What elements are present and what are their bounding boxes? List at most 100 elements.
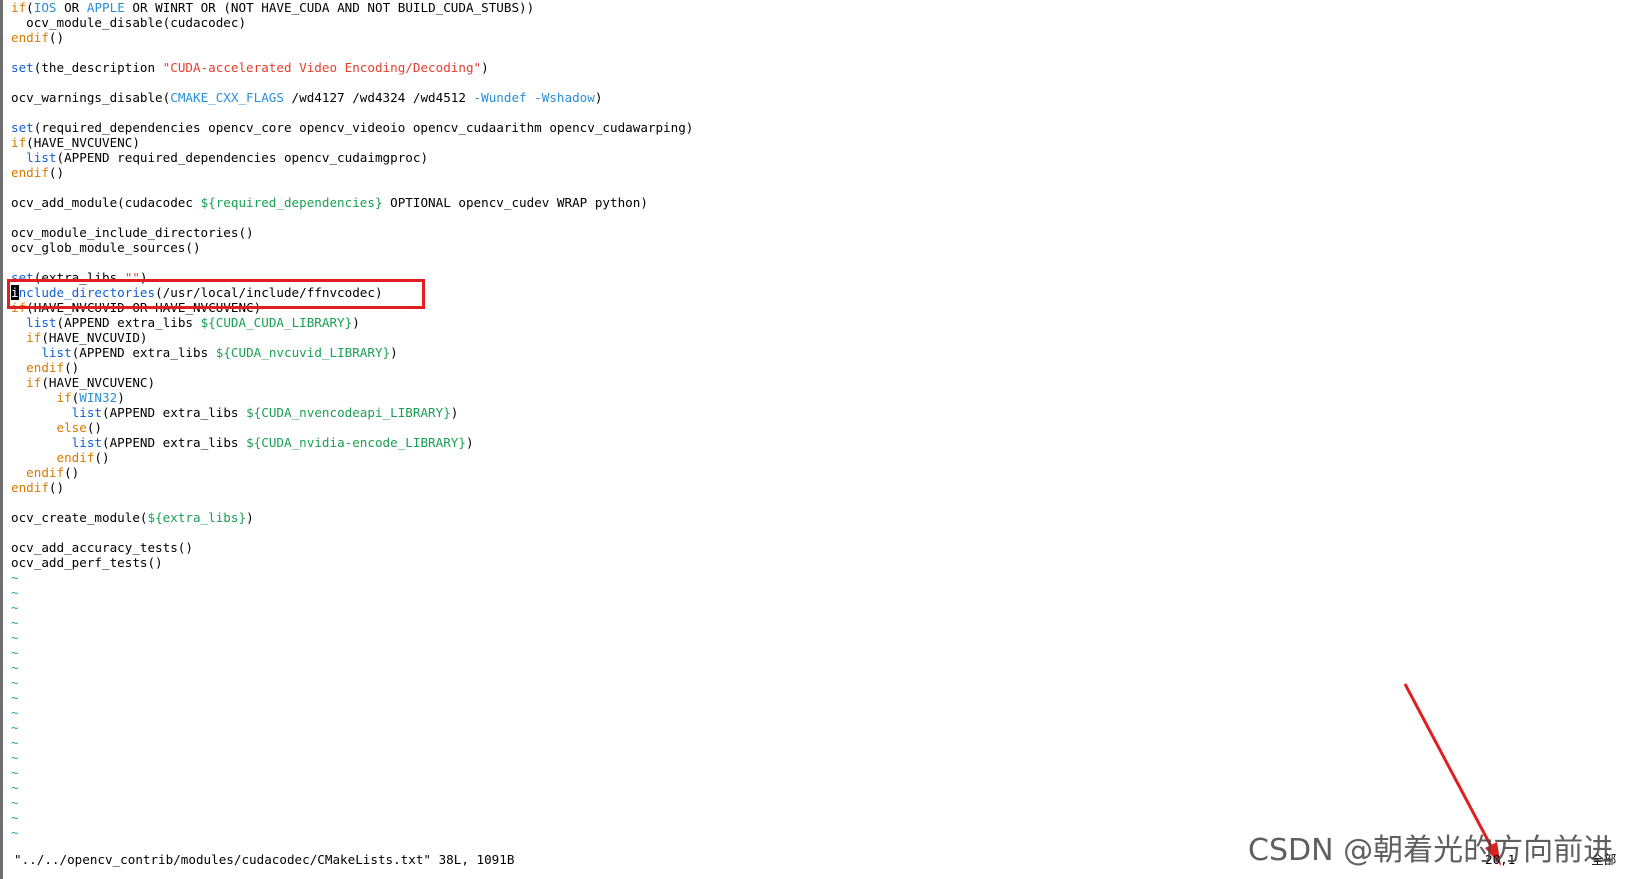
code-line[interactable]: set(required_dependencies opencv_core op… — [11, 120, 1630, 135]
code-token: set — [11, 120, 34, 135]
code-line[interactable]: list(APPEND required_dependencies opencv… — [11, 150, 1630, 165]
code-token: list — [71, 435, 103, 450]
code-line[interactable]: ocv_warnings_disable(CMAKE_CXX_FLAGS /wd… — [11, 90, 1630, 105]
code-token: ) — [117, 390, 125, 405]
code-line[interactable] — [11, 45, 1630, 60]
code-line[interactable]: ocv_add_accuracy_tests() — [11, 540, 1630, 555]
empty-line-tilde: ~ — [11, 630, 19, 645]
code-line[interactable]: if(IOS OR APPLE OR WINRT OR (NOT HAVE_CU… — [11, 0, 1630, 15]
code-line[interactable] — [11, 255, 1630, 270]
empty-line-tilde: ~ — [11, 795, 19, 810]
code-token: list — [26, 315, 57, 330]
empty-line-tilde: ~ — [11, 750, 19, 765]
code-line[interactable]: list(APPEND extra_libs ${CUDA_CUDA_LIBRA… — [11, 315, 1630, 330]
code-line[interactable]: endif() — [11, 465, 1630, 480]
code-line[interactable]: endif() — [11, 450, 1630, 465]
code-token: (the_description — [33, 60, 163, 75]
code-token: OR — [56, 0, 87, 15]
code-token: ${CUDA_nvcuvid_LIBRARY} — [215, 345, 391, 360]
code-token: ) — [481, 60, 489, 75]
code-line[interactable]: ocv_glob_module_sources() — [11, 240, 1630, 255]
code-token: ocv_add_perf_tests() — [11, 555, 163, 570]
vim-terminal[interactable]: if(IOS OR APPLE OR WINRT OR (NOT HAVE_CU… — [0, 0, 1630, 879]
code-token: (APPEND required_dependencies opencv_cud… — [56, 150, 429, 165]
code-token: ocv_module_include_directories() — [11, 225, 254, 240]
code-token: if — [56, 390, 72, 405]
code-token: (HAVE_NVCUVENC) — [26, 135, 140, 150]
code-token: () — [64, 465, 80, 480]
code-token: (APPEND extra_libs — [56, 315, 201, 330]
empty-line-tilde: ~ — [11, 585, 19, 600]
code-token: -Wundef -Wshadow — [473, 90, 595, 105]
empty-line-tilde: ~ — [11, 765, 19, 780]
empty-line-tilde: ~ — [11, 735, 19, 750]
code-token: () — [86, 420, 103, 435]
code-token: ${CUDA_nvencodeapi_LIBRARY} — [246, 405, 451, 420]
code-line[interactable]: list(APPEND extra_libs ${CUDA_nvencodeap… — [11, 405, 1630, 420]
code-token: APPLE — [86, 0, 125, 15]
code-token: ocv_add_module(cudacodec — [11, 195, 201, 210]
code-line[interactable]: endif() — [11, 30, 1630, 45]
code-line[interactable]: if(WIN32) — [11, 390, 1630, 405]
code-token: () — [64, 360, 80, 375]
code-line[interactable]: ocv_module_include_directories() — [11, 225, 1630, 240]
code-line[interactable]: endif() — [11, 165, 1630, 180]
code-token: if — [26, 330, 42, 345]
code-line[interactable]: ocv_create_module(${extra_libs}) — [11, 510, 1630, 525]
code-token: ocv_module_disable(cudacodec) — [11, 15, 247, 30]
empty-line-tilde: ~ — [11, 600, 19, 615]
code-line[interactable]: else() — [11, 420, 1630, 435]
code-line[interactable] — [11, 495, 1630, 510]
code-line[interactable]: set(the_description "CUDA-accelerated Vi… — [11, 60, 1630, 75]
code-token: () — [94, 450, 110, 465]
code-line[interactable]: ocv_add_perf_tests() — [11, 555, 1630, 570]
code-token: "CUDA-accelerated Video Encoding/Decodin… — [162, 60, 482, 75]
code-token: OR WINRT OR (NOT HAVE_CUDA AND NOT BUILD… — [124, 0, 535, 15]
code-token: list — [71, 405, 103, 420]
code-token: endif — [11, 165, 49, 180]
code-token: ocv_warnings_disable( — [11, 90, 171, 105]
code-line[interactable] — [11, 180, 1630, 195]
code-line[interactable]: if(HAVE_NVCUVENC) — [11, 135, 1630, 150]
code-token: () — [48, 480, 65, 495]
code-token: list — [26, 150, 57, 165]
code-line[interactable]: list(APPEND extra_libs ${CUDA_nvidia-enc… — [11, 435, 1630, 450]
empty-line-tilde: ~ — [11, 705, 19, 720]
code-token: endif — [11, 30, 49, 45]
code-line[interactable]: endif() — [11, 480, 1630, 495]
code-token: if — [11, 135, 27, 150]
code-line[interactable]: if(HAVE_NVCUVID) — [11, 330, 1630, 345]
code-line[interactable] — [11, 210, 1630, 225]
code-line[interactable] — [11, 105, 1630, 120]
code-token: () — [48, 165, 65, 180]
code-token: (APPEND extra_libs — [102, 405, 247, 420]
code-line[interactable]: list(APPEND extra_libs ${CUDA_nvcuvid_LI… — [11, 345, 1630, 360]
code-token: WIN32 — [79, 390, 118, 405]
code-token: ${required_dependencies} — [200, 195, 383, 210]
annotation-highlight-box — [7, 279, 425, 309]
empty-line-tilde: ~ — [11, 675, 19, 690]
code-token: if — [11, 0, 27, 15]
code-token: CMAKE_CXX_FLAGS — [170, 90, 284, 105]
empty-line-tilde: ~ — [11, 690, 19, 705]
code-line[interactable]: endif() — [11, 360, 1630, 375]
code-line[interactable]: if(HAVE_NVCUVENC) — [11, 375, 1630, 390]
code-line[interactable]: ocv_add_module(cudacodec ${required_depe… — [11, 195, 1630, 210]
code-line[interactable] — [11, 75, 1630, 90]
code-line[interactable]: ocv_module_disable(cudacodec) — [11, 15, 1630, 30]
code-line[interactable] — [11, 525, 1630, 540]
empty-line-tilde: ~ — [11, 645, 19, 660]
code-token: endif — [26, 465, 65, 480]
editor-buffer[interactable]: if(IOS OR APPLE OR WINRT OR (NOT HAVE_CU… — [11, 0, 1630, 840]
code-token: ) — [465, 435, 474, 450]
csdn-watermark: CSDN @朝着光的方向前进 — [1248, 833, 1614, 868]
empty-line-tilde: ~ — [11, 615, 19, 630]
